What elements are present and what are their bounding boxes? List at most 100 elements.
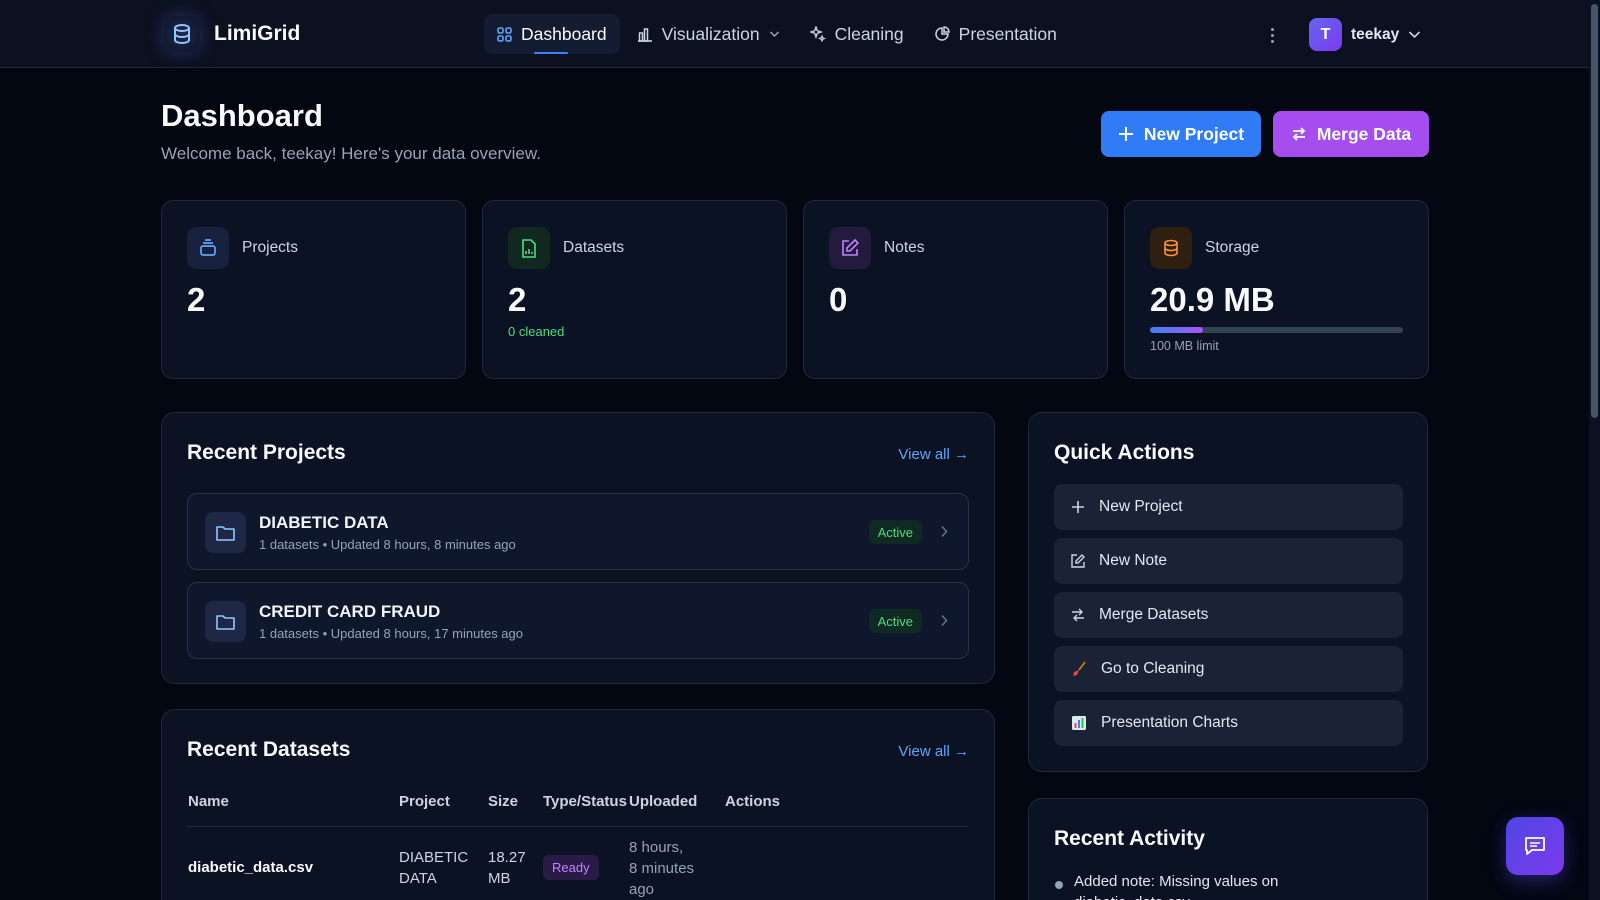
project-meta: 1 datasets • Updated 8 hours, 17 minutes… [259, 626, 523, 641]
column-header-actions: Actions [725, 793, 781, 810]
button-label: New Project [1143, 123, 1245, 144]
dataset-uploaded-line1: 8 hours, [629, 839, 684, 856]
chevron-down-icon [1409, 31, 1421, 39]
brand[interactable]: LimiGrid [164, 16, 300, 52]
project-row[interactable]: CREDIT CARD FRAUD 1 datasets • Updated 8… [187, 582, 969, 659]
top-navigation-bar: LimiGrid Dashboard Visualization Cleanin… [0, 0, 1589, 68]
plus-icon [1072, 501, 1084, 513]
page-scrollbar[interactable] [1589, 0, 1600, 900]
table-divider [186, 826, 968, 827]
column-header-project[interactable]: Project [399, 793, 450, 810]
stat-value: 2 [187, 281, 206, 318]
nav-dashboard[interactable]: Dashboard [484, 14, 620, 54]
quick-action-label: Presentation Charts [1101, 714, 1238, 731]
file-chart-icon [508, 227, 550, 269]
quick-action-label: New Note [1099, 552, 1168, 569]
stat-card-notes: Notes 0 [803, 200, 1108, 379]
stat-value: 2 [508, 281, 527, 318]
quick-action-merge-datasets[interactable]: Merge Datasets [1054, 592, 1403, 638]
folder-icon [205, 601, 246, 642]
storage-limit: 100 MB limit [1150, 339, 1219, 353]
panel-title: Recent Activity [1054, 827, 1205, 850]
status-badge: Ready [543, 855, 599, 880]
view-all-projects-link[interactable]: View all → [898, 446, 969, 463]
activity-dot [1055, 881, 1063, 889]
user-menu[interactable]: T teekay [1309, 18, 1421, 51]
stat-card-projects: Projects 2 [161, 200, 466, 379]
dataset-size-line2: MB [488, 870, 511, 887]
page-title: Dashboard [161, 98, 323, 133]
stat-label: Notes [884, 239, 925, 256]
column-header-name[interactable]: Name [188, 793, 229, 810]
nav-label: Dashboard [521, 23, 607, 44]
project-name: CREDIT CARD FRAUD [259, 602, 441, 621]
column-header-size[interactable]: Size [488, 793, 518, 810]
quick-action-label: Go to Cleaning [1101, 660, 1205, 677]
nav-label: Visualization [661, 23, 760, 44]
broom-icon [1073, 661, 1086, 676]
stat-label: Datasets [563, 239, 625, 256]
chevron-down-icon [769, 31, 779, 38]
project-name: DIABETIC DATA [259, 513, 389, 532]
nav-label: Presentation [958, 23, 1057, 44]
dataset-uploaded-line3: ago [629, 881, 655, 898]
activity-text-line1: Added note: Missing values on [1074, 873, 1279, 890]
status-badge: Active [868, 609, 922, 633]
activity-text-line2: diabetic_data.csv [1074, 892, 1190, 900]
view-all-datasets-link[interactable]: View all → [898, 743, 969, 760]
folder-icon [205, 512, 246, 553]
merge-data-button[interactable]: Merge Data [1273, 111, 1429, 157]
dataset-project-line2: DATA [399, 870, 437, 887]
column-header-type-status[interactable]: Type/Status [543, 793, 627, 810]
storage-progress-fill [1150, 327, 1203, 333]
stat-label: Projects [242, 239, 298, 256]
nav-cleaning[interactable]: Cleaning [797, 14, 917, 54]
stat-card-datasets: Datasets 2 0 cleaned [482, 200, 787, 379]
chart-icon [1072, 716, 1086, 730]
stat-card-storage: Storage 20.9 MB 100 MB limit [1124, 200, 1429, 379]
button-label: Merge Data [1316, 123, 1412, 144]
stat-label: Storage [1205, 239, 1260, 256]
quick-action-label: New Project [1099, 498, 1183, 515]
layers-icon [187, 227, 229, 269]
swap-icon [1072, 608, 1084, 622]
pie-chart-icon [934, 26, 950, 41]
nav-visualization[interactable]: Visualization [624, 14, 793, 54]
scrollbar-thumb[interactable] [1591, 4, 1598, 418]
column-header-uploaded[interactable]: Uploaded [629, 793, 697, 810]
edit-icon [1071, 554, 1085, 568]
panel-title: Recent Projects [187, 441, 346, 464]
new-project-button[interactable]: New Project [1101, 111, 1261, 157]
user-name: teekay [1351, 25, 1400, 43]
cleaned-count: 0 cleaned [508, 324, 565, 339]
nav-presentation[interactable]: Presentation [921, 14, 1070, 54]
swap-icon [1292, 127, 1306, 141]
quick-action-new-project[interactable]: New Project [1054, 484, 1403, 530]
dataset-uploaded-line2: 8 minutes [629, 860, 695, 877]
quick-actions-panel: Quick Actions New Project New Note Merge… [1028, 412, 1428, 772]
stat-value: 0 [829, 281, 848, 318]
edit-icon [829, 227, 871, 269]
chat-button[interactable] [1506, 817, 1564, 875]
plus-icon [1118, 127, 1133, 141]
dataset-project-line1: DIABETIC [399, 849, 469, 866]
sparkles-icon [809, 26, 826, 42]
grid-icon [497, 26, 512, 42]
project-row[interactable]: DIABETIC DATA 1 datasets • Updated 8 hou… [187, 493, 969, 570]
stat-value: 20.9 MB [1150, 281, 1275, 318]
recent-projects-panel: Recent Projects View all → DIABETIC DATA… [161, 412, 995, 684]
dataset-name[interactable]: diabetic_data.csv [188, 857, 313, 878]
dataset-size-line1: 18.27 [488, 849, 526, 866]
chevron-right-icon [941, 614, 948, 627]
more-options-icon[interactable] [1262, 22, 1282, 48]
bar-chart-icon [637, 27, 652, 42]
panel-title: Recent Datasets [187, 738, 351, 761]
quick-action-go-to-cleaning[interactable]: Go to Cleaning [1054, 646, 1403, 692]
quick-action-new-note[interactable]: New Note [1054, 538, 1403, 584]
database-icon [1150, 227, 1192, 269]
quick-action-presentation-charts[interactable]: Presentation Charts [1054, 700, 1403, 746]
recent-activity-panel: Recent Activity Added note: Missing valu… [1028, 798, 1428, 900]
database-logo-icon [164, 16, 200, 52]
chevron-right-icon [941, 525, 948, 538]
nav-label: Cleaning [834, 23, 904, 44]
